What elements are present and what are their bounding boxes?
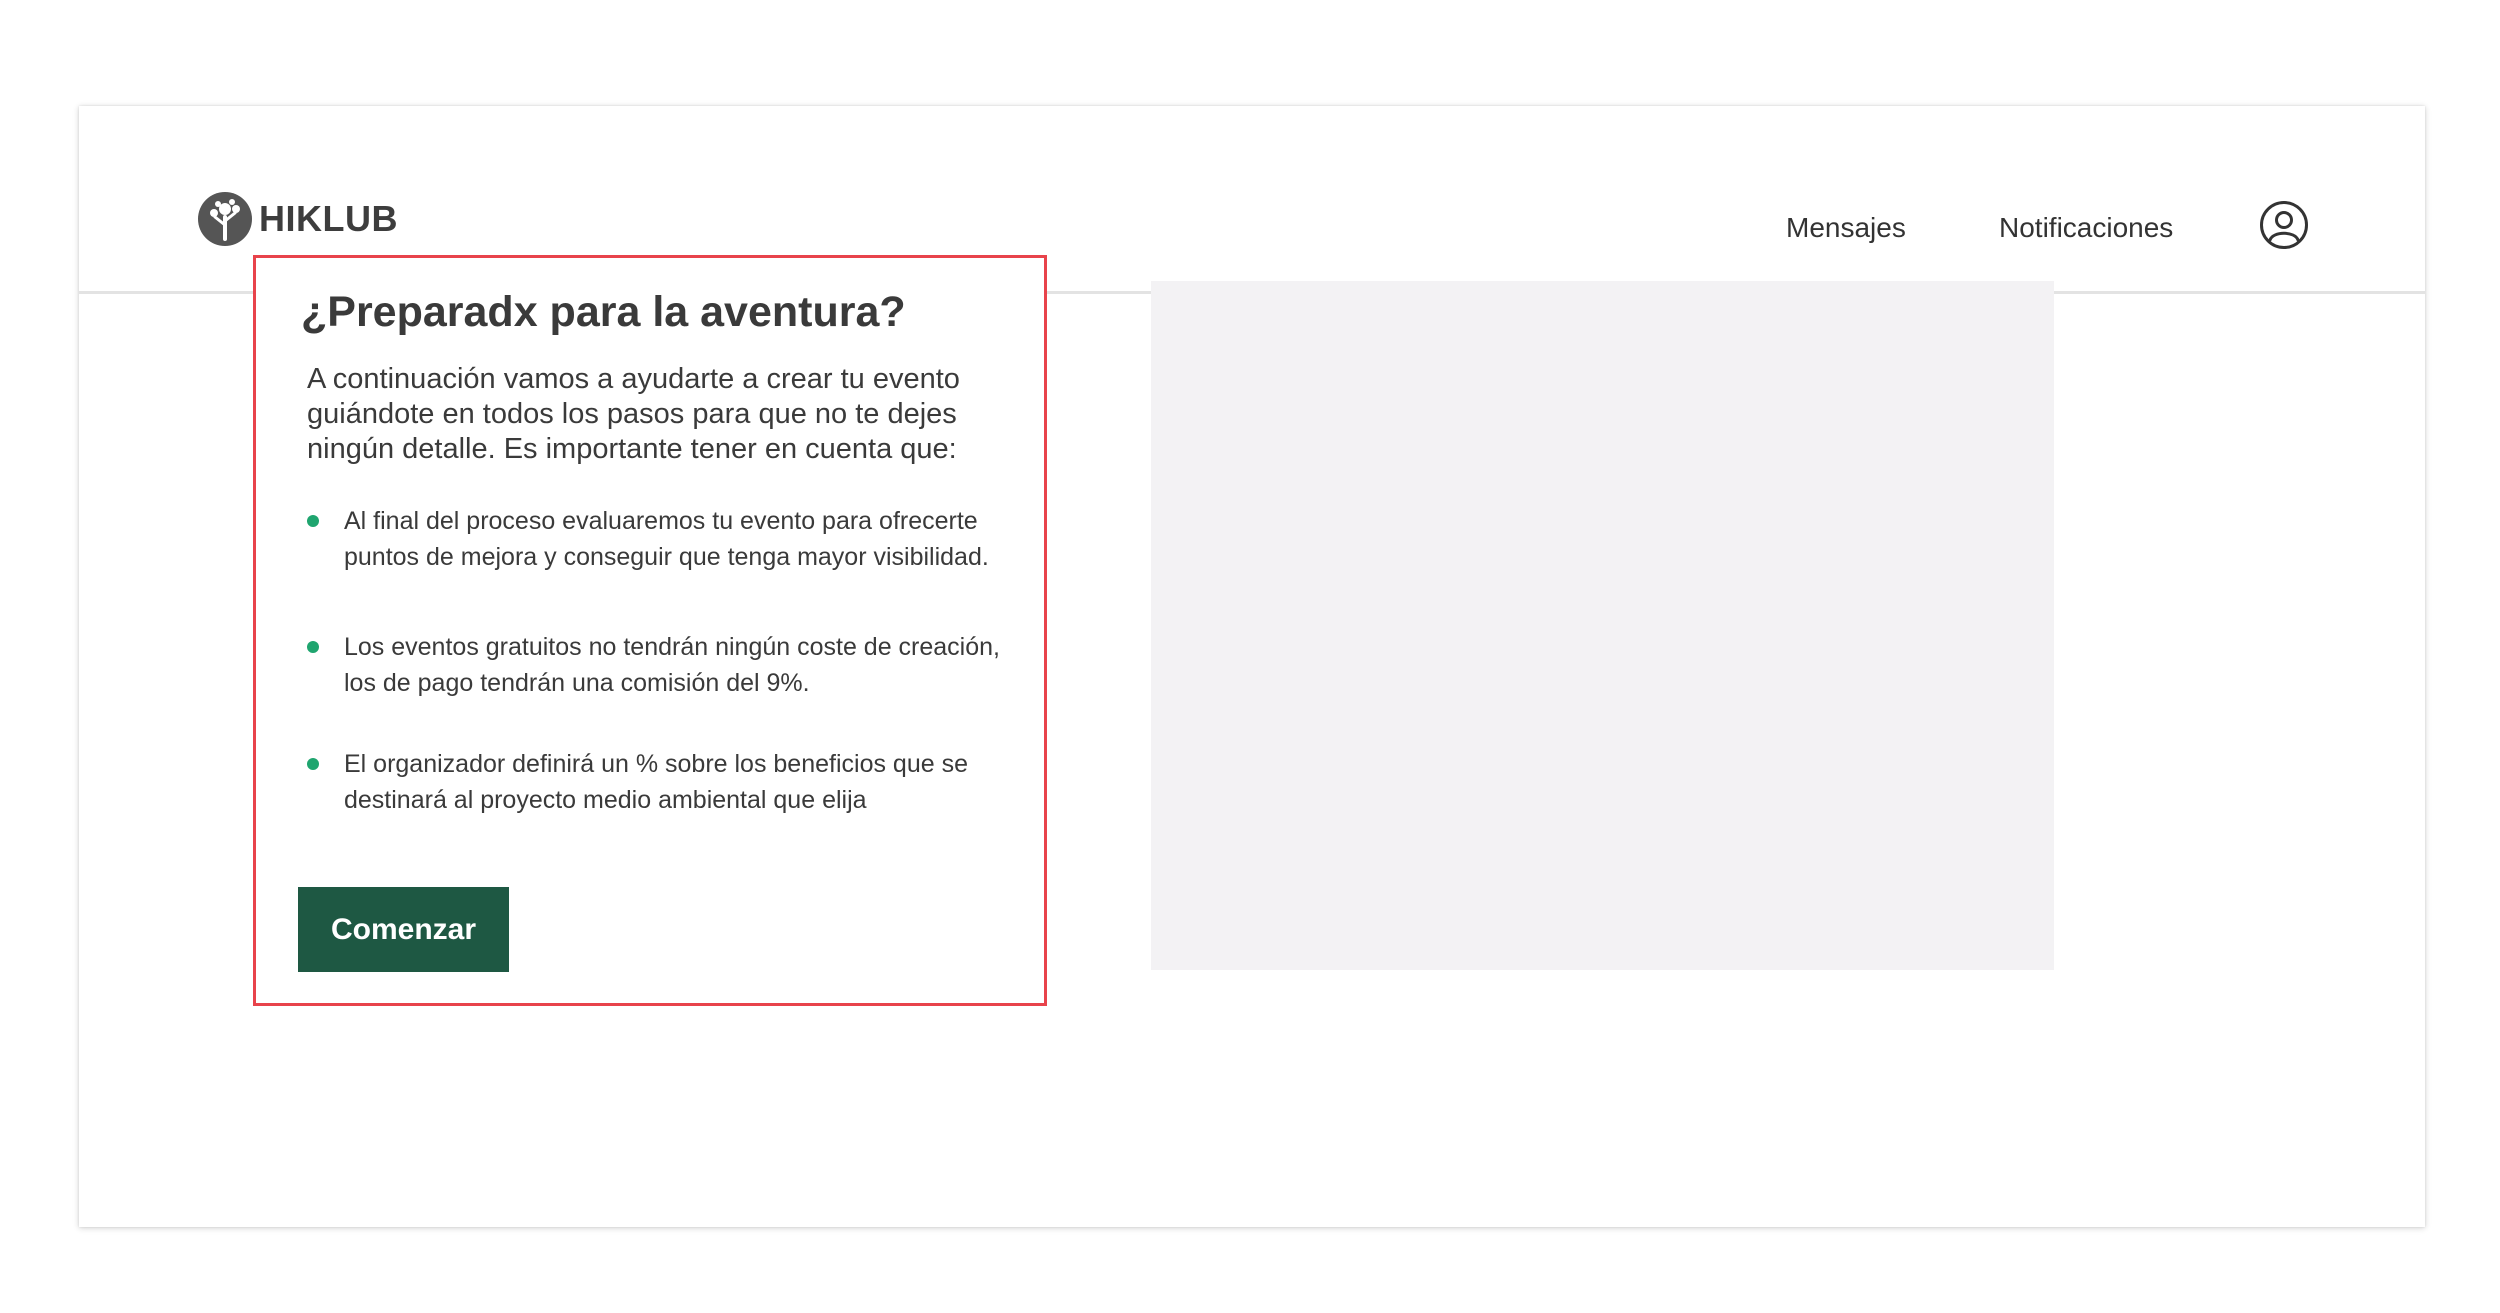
start-button[interactable]: Comenzar [298, 887, 509, 972]
nav-notifications-link[interactable]: Notificaciones [1999, 212, 2173, 244]
bullet-dot [307, 515, 319, 527]
intro-card: ¿Preparadx para la aventura? A continuac… [253, 255, 1047, 1006]
user-circle-icon[interactable] [2259, 200, 2309, 250]
bullet-dot [307, 641, 319, 653]
nav-messages-link[interactable]: Mensajes [1786, 212, 1906, 244]
image-placeholder [1151, 281, 2054, 970]
logo[interactable]: HIKLUB [197, 191, 398, 247]
list-item: Los eventos gratuitos no tendrán ningún … [307, 629, 1007, 701]
list-item-text: El organizador definirá un % sobre los b… [344, 750, 968, 814]
list-item-text: Los eventos gratuitos no tendrán ningún … [344, 633, 1000, 697]
list-item: El organizador definirá un % sobre los b… [307, 746, 1007, 818]
card-intro-text: A continuación vamos a ayudarte a crear … [307, 363, 960, 465]
bullet-dot [307, 758, 319, 770]
tree-leaf-icon [198, 192, 252, 246]
card-title: ¿Preparadx para la aventura? [301, 288, 906, 336]
list-item: Al final del proceso evaluaremos tu even… [307, 503, 1007, 575]
list-item-text: Al final del proceso evaluaremos tu even… [344, 507, 989, 571]
logo-text: HIKLUB [259, 198, 398, 239]
